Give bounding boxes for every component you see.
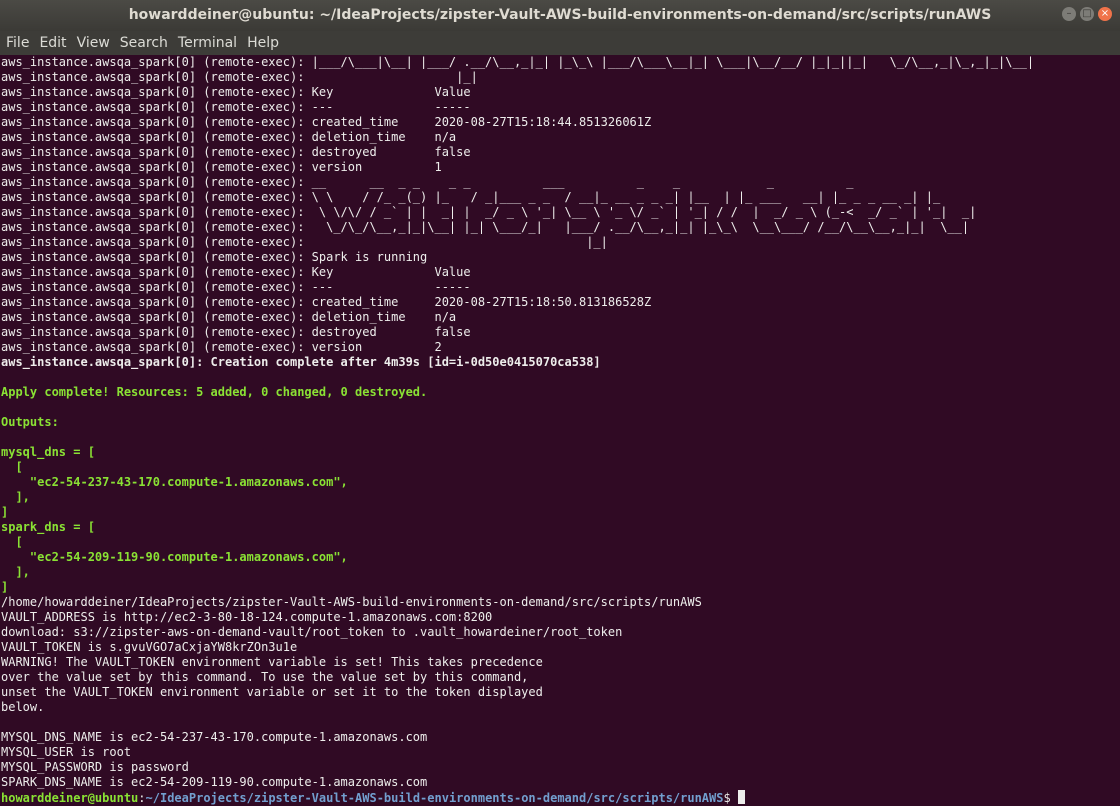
text-cursor: [737, 790, 745, 804]
terminal-line: aws_instance.awsqa_spark[0] (remote-exec…: [1, 205, 977, 219]
terminal-line: aws_instance.awsqa_spark[0] (remote-exec…: [1, 325, 471, 339]
terminal-line: below.: [1, 700, 45, 714]
terminal-line: aws_instance.awsqa_spark[0] (remote-exec…: [1, 100, 471, 114]
prompt-line[interactable]: howarddeiner@ubuntu:~/IdeaProjects/zipst…: [1, 790, 1034, 805]
menu-search[interactable]: Search: [115, 31, 173, 55]
window-title: howarddeiner@ubuntu: ~/IdeaProjects/zips…: [128, 7, 992, 23]
terminal-line: [: [1, 535, 23, 549]
menu-help[interactable]: Help: [242, 31, 284, 55]
window-controls: – □ ×: [1058, 7, 1112, 23]
prompt-path: ~/IdeaProjects/zipster-Vault-AWS-build-e…: [145, 791, 724, 805]
terminal-line: aws_instance.awsqa_spark[0] (remote-exec…: [1, 175, 854, 189]
terminal-line: VAULT_ADDRESS is http://ec2-3-80-18-124.…: [1, 610, 493, 624]
terminal-line: aws_instance.awsqa_spark[0] (remote-exec…: [1, 145, 471, 159]
terminal-line: aws_instance.awsqa_spark[0] (remote-exec…: [1, 340, 442, 354]
terminal-line: unset the VAULT_TOKEN environment variab…: [1, 685, 543, 699]
terminal-line: aws_instance.awsqa_spark[0] (remote-exec…: [1, 160, 442, 174]
prompt-separator: :: [138, 791, 146, 805]
terminal-line: Outputs:: [1, 415, 59, 429]
terminal-line: ],: [1, 490, 30, 504]
terminal-line: aws_instance.awsqa_spark[0] (remote-exec…: [1, 235, 608, 249]
terminal-line: Apply complete! Resources: 5 added, 0 ch…: [1, 385, 428, 399]
terminal-line: WARNING! The VAULT_TOKEN environment var…: [1, 655, 543, 669]
terminal-line: ]: [1, 580, 9, 594]
menu-file[interactable]: File: [1, 31, 34, 55]
prompt-user-host: howarddeiner@ubuntu: [1, 791, 139, 805]
terminal-line: aws_instance.awsqa_spark[0] (remote-exec…: [1, 280, 471, 294]
close-icon[interactable]: ×: [1098, 7, 1112, 21]
terminal-line: aws_instance.awsqa_spark[0] (remote-exec…: [1, 130, 457, 144]
terminal-line: aws_instance.awsqa_spark[0] (remote-exec…: [1, 85, 471, 99]
terminal-line: [: [1, 460, 23, 474]
terminal-line: MYSQL_DNS_NAME is ec2-54-237-43-170.comp…: [1, 730, 428, 744]
prompt-symbol: $: [723, 791, 738, 805]
minimize-icon[interactable]: –: [1062, 7, 1076, 21]
terminal-line: ]: [1, 505, 9, 519]
terminal-line: aws_instance.awsqa_spark[0] (remote-exec…: [1, 190, 941, 204]
terminal-line: aws_instance.awsqa_spark[0] (remote-exec…: [1, 115, 652, 129]
terminal-line: VAULT_TOKEN is s.gvuVGO7aCxjaYW8krZOn3u1…: [1, 640, 298, 654]
terminal-line: MYSQL_PASSWORD is password: [1, 760, 189, 774]
terminal-line: SPARK_DNS_NAME is ec2-54-209-119-90.comp…: [1, 775, 428, 789]
maximize-icon[interactable]: □: [1080, 7, 1094, 21]
terminal-line: aws_instance.awsqa_spark[0] (remote-exec…: [1, 220, 970, 234]
terminal-line: ],: [1, 565, 30, 579]
menu-bar: File Edit View Search Terminal Help: [0, 31, 1120, 55]
terminal-line: "ec2-54-209-119-90.compute-1.amazonaws.c…: [1, 550, 348, 564]
menu-edit[interactable]: Edit: [34, 31, 71, 55]
window-titlebar[interactable]: howarddeiner@ubuntu: ~/IdeaProjects/zips…: [0, 0, 1120, 31]
terminal-output: aws_instance.awsqa_spark[0] (remote-exec…: [1, 55, 1034, 805]
terminal-line: "ec2-54-237-43-170.compute-1.amazonaws.c…: [1, 475, 348, 489]
terminal-line: aws_instance.awsqa_spark[0] (remote-exec…: [1, 295, 652, 309]
terminal-line: aws_instance.awsqa_spark[0] (remote-exec…: [1, 250, 428, 264]
terminal-line: /home/howarddeiner/IdeaProjects/zipster-…: [1, 595, 702, 609]
terminal-line: spark_dns = [: [1, 520, 95, 534]
terminal-line: aws_instance.awsqa_spark[0] (remote-exec…: [1, 310, 457, 324]
terminal-line: aws_instance.awsqa_spark[0] (remote-exec…: [1, 70, 478, 84]
terminal-line: MYSQL_USER is root: [1, 745, 132, 759]
terminal-line: aws_instance.awsqa_spark[0] (remote-exec…: [1, 55, 1035, 69]
terminal-line: mysql_dns = [: [1, 445, 95, 459]
terminal-line: aws_instance.awsqa_spark[0] (remote-exec…: [1, 265, 471, 279]
menu-terminal[interactable]: Terminal: [173, 31, 242, 55]
terminal-view[interactable]: aws_instance.awsqa_spark[0] (remote-exec…: [0, 55, 1120, 806]
terminal-line: aws_instance.awsqa_spark[0]: Creation co…: [1, 355, 601, 369]
menu-view[interactable]: View: [72, 31, 115, 55]
terminal-line: download: s3://zipster-aws-on-demand-vau…: [1, 625, 623, 639]
terminal-line: over the value set by this command. To u…: [1, 670, 529, 684]
